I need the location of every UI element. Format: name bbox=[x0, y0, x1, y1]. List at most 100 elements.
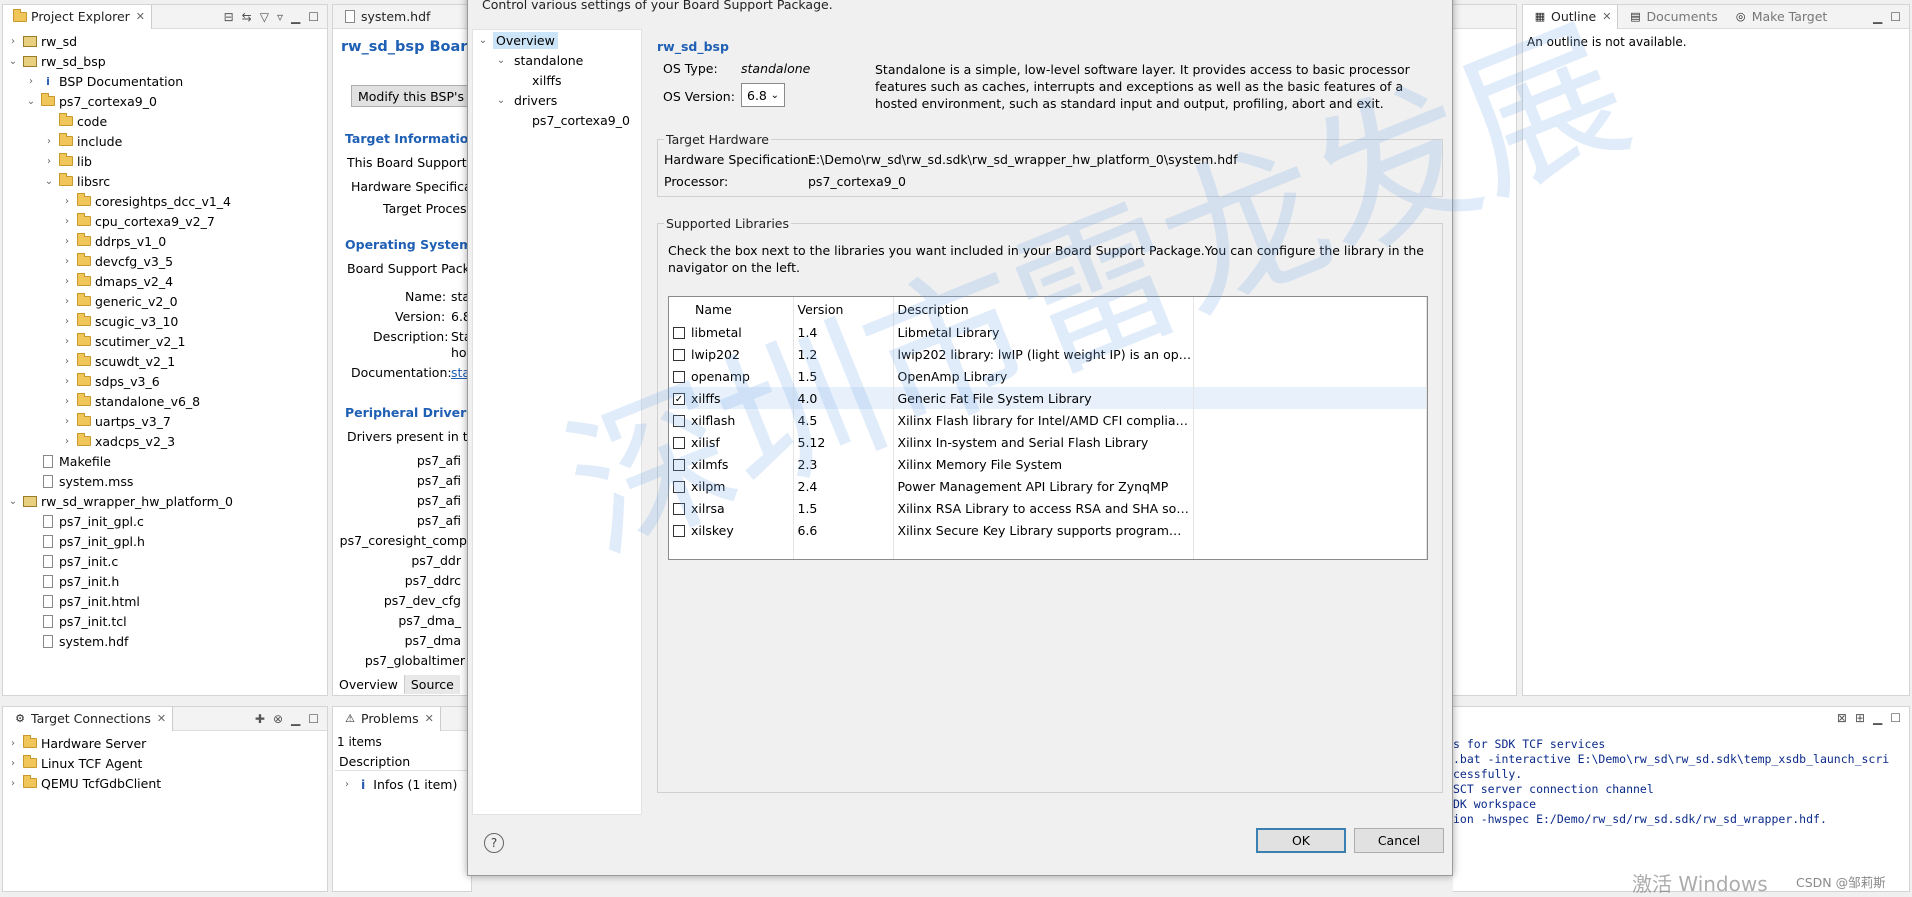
tree-item[interactable]: system.mss bbox=[3, 471, 327, 491]
maximize-icon[interactable]: ☐ bbox=[1890, 711, 1901, 725]
connection-item[interactable]: › Linux TCF Agent bbox=[3, 753, 327, 773]
close-icon[interactable]: ✕ bbox=[1602, 10, 1611, 23]
tree-item[interactable]: ps7_init.tcl bbox=[3, 611, 327, 631]
minimize-icon[interactable]: ▁ bbox=[291, 10, 300, 24]
maximize-icon[interactable]: ☐ bbox=[308, 10, 319, 24]
library-row[interactable]: ✓ xilffs 4.0 Generic Fat File System Librar… bbox=[669, 387, 1427, 409]
expand-icon[interactable]: › bbox=[61, 316, 73, 327]
modify-bsp-button[interactable]: Modify this BSP's S bbox=[351, 85, 481, 107]
tree-item[interactable]: ⌄ libsrc bbox=[3, 171, 327, 191]
library-checkbox[interactable] bbox=[673, 525, 685, 537]
tree-item[interactable]: › sdps_v3_6 bbox=[3, 371, 327, 391]
expand-icon[interactable]: › bbox=[61, 196, 73, 207]
close-icon[interactable]: ✕ bbox=[157, 712, 166, 725]
expand-icon[interactable]: › bbox=[61, 236, 73, 247]
collapse-icon[interactable]: ⌄ bbox=[7, 496, 19, 507]
tree-item[interactable]: ⌄ rw_sd_bsp bbox=[3, 51, 327, 71]
tree-item[interactable]: › lib bbox=[3, 151, 327, 171]
expand-icon[interactable]: › bbox=[61, 356, 73, 367]
tree-item[interactable]: ⌄ rw_sd_wrapper_hw_platform_0 bbox=[3, 491, 327, 511]
expand-icon[interactable]: › bbox=[61, 276, 73, 287]
problems-row[interactable]: › i Infos (1 item) bbox=[341, 777, 457, 792]
close-icon[interactable]: ✕ bbox=[425, 712, 434, 725]
library-row[interactable]: xilrsa 1.5 Xilinx RSA Library to access RS… bbox=[669, 497, 1427, 519]
ok-button[interactable]: OK bbox=[1256, 828, 1346, 853]
nav-item[interactable]: ⌄ standalone bbox=[473, 50, 641, 70]
tree-item[interactable]: › devcfg_v3_5 bbox=[3, 251, 327, 271]
library-checkbox[interactable] bbox=[673, 415, 685, 427]
tree-item[interactable]: › standalone_v6_8 bbox=[3, 391, 327, 411]
library-row[interactable]: xilskey 6.6 Xilinx Secure Key Library supp… bbox=[669, 519, 1427, 541]
link-editor-icon[interactable]: ⇆ bbox=[242, 10, 252, 24]
expand-icon[interactable]: › bbox=[43, 156, 55, 167]
tree-item[interactable]: › scugic_v3_10 bbox=[3, 311, 327, 331]
tree-item[interactable]: Makefile bbox=[3, 451, 327, 471]
tab-make-target[interactable]: ◎ Make Target bbox=[1724, 5, 1834, 29]
tab-problems[interactable]: ⚠ Problems ✕ bbox=[333, 706, 441, 731]
expand-icon[interactable]: › bbox=[7, 738, 19, 749]
collapse-icon[interactable]: ⌄ bbox=[495, 95, 507, 106]
collapse-icon[interactable]: ⌄ bbox=[43, 176, 55, 187]
tree-item[interactable]: ⌄ ps7_cortexa9_0 bbox=[3, 91, 327, 111]
minimize-icon[interactable]: ▁ bbox=[291, 712, 300, 726]
tab-project-explorer[interactable]: Project Explorer ✕ bbox=[3, 4, 153, 29]
collapse-icon[interactable]: ⌄ bbox=[477, 35, 489, 46]
collapse-all-icon[interactable]: ⊟ bbox=[224, 10, 234, 24]
expand-icon[interactable]: › bbox=[61, 376, 73, 387]
collapse-icon[interactable]: ⌄ bbox=[7, 56, 19, 67]
connection-item[interactable]: › QEMU TcfGdbClient bbox=[3, 773, 327, 793]
disconnect-icon[interactable]: ⊗ bbox=[273, 712, 283, 726]
library-checkbox[interactable] bbox=[673, 481, 685, 493]
library-checkbox[interactable]: ✓ bbox=[673, 393, 685, 405]
tree-item[interactable]: ps7_init.c bbox=[3, 551, 327, 571]
expand-icon[interactable]: › bbox=[25, 76, 37, 87]
library-row[interactable]: xilflash 4.5 Xilinx Flash library for Inte… bbox=[669, 409, 1427, 431]
expand-icon[interactable]: › bbox=[61, 416, 73, 427]
tab-outline[interactable]: ▦ Outline ✕ bbox=[1523, 4, 1619, 29]
library-checkbox[interactable] bbox=[673, 459, 685, 471]
tab-target-connections[interactable]: ⚙ Target Connections ✕ bbox=[3, 706, 174, 731]
tree-item[interactable]: › rw_sd bbox=[3, 31, 327, 51]
tree-item[interactable]: › uartps_v3_7 bbox=[3, 411, 327, 431]
library-row[interactable]: openamp 1.5 OpenAmp Library bbox=[669, 365, 1427, 387]
nav-item[interactable]: ⌄ Overview bbox=[473, 30, 641, 50]
os-version-select[interactable]: 6.8 ⌄ bbox=[741, 83, 785, 107]
library-checkbox[interactable] bbox=[673, 503, 685, 515]
expand-icon[interactable]: › bbox=[43, 136, 55, 147]
library-row[interactable]: lwip202 1.2 lwip202 library: lwIP (light w… bbox=[669, 343, 1427, 365]
minimize-icon[interactable]: ▁ bbox=[1873, 711, 1882, 725]
expand-icon[interactable]: › bbox=[7, 36, 19, 47]
library-row[interactable]: xilisf 5.12 Xilinx In-system and Serial Fl… bbox=[669, 431, 1427, 453]
tree-item[interactable]: › xadcps_v2_3 bbox=[3, 431, 327, 451]
tree-item[interactable]: code bbox=[3, 111, 327, 131]
tab-source[interactable]: Source bbox=[404, 675, 460, 694]
expand-icon[interactable]: › bbox=[7, 758, 19, 769]
tab-overview[interactable]: Overview bbox=[333, 675, 405, 694]
column-description[interactable]: Description bbox=[893, 297, 1194, 321]
library-row[interactable]: libmetal 1.4 Libmetal Library bbox=[669, 321, 1427, 343]
collapse-icon[interactable]: ⌄ bbox=[495, 55, 507, 66]
new-connection-icon[interactable]: ✚ bbox=[255, 712, 265, 726]
library-row[interactable]: xilmfs 2.3 Xilinx Memory File System bbox=[669, 453, 1427, 475]
tab-system-hdf[interactable]: system.hdf bbox=[333, 5, 436, 29]
minimize-icon[interactable]: ▁ bbox=[1873, 10, 1882, 24]
nav-item[interactable]: ⌄ drivers bbox=[473, 90, 641, 110]
expand-icon[interactable]: › bbox=[61, 336, 73, 347]
tree-item[interactable]: ps7_init_gpl.h bbox=[3, 531, 327, 551]
tree-item[interactable]: › scuwdt_v2_1 bbox=[3, 351, 327, 371]
help-icon[interactable]: ? bbox=[484, 833, 504, 853]
library-checkbox[interactable] bbox=[673, 437, 685, 449]
maximize-icon[interactable]: ☐ bbox=[308, 712, 319, 726]
tree-item[interactable]: system.hdf bbox=[3, 631, 327, 651]
tree-item[interactable]: › scutimer_v2_1 bbox=[3, 331, 327, 351]
expand-icon[interactable]: › bbox=[7, 778, 19, 789]
cancel-button[interactable]: Cancel bbox=[1354, 828, 1444, 853]
expand-icon[interactable]: › bbox=[61, 256, 73, 267]
tree-item[interactable]: › i BSP Documentation bbox=[3, 71, 327, 91]
expand-icon[interactable]: › bbox=[341, 779, 353, 790]
console-clear-icon[interactable]: ⊠ bbox=[1837, 711, 1847, 725]
close-icon[interactable]: ✕ bbox=[136, 10, 145, 23]
expand-icon[interactable]: › bbox=[61, 396, 73, 407]
library-checkbox[interactable] bbox=[673, 349, 685, 361]
view-menu-icon[interactable]: ▿ bbox=[277, 10, 283, 24]
